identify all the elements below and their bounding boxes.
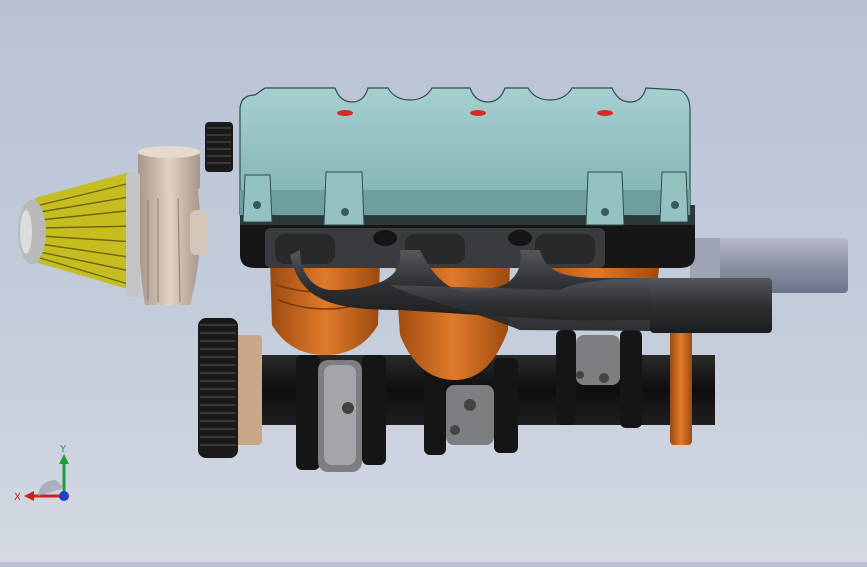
x-axis-label: X [14,492,21,503]
cam-pulley [205,122,233,172]
cad-3d-viewport[interactable] [0,0,867,562]
air-filter [18,172,140,297]
coordinate-triad: Y X [10,440,80,510]
y-axis-label: Y [59,444,67,455]
y-axis-arrow-icon [59,454,69,496]
crank-pulley [198,318,238,458]
engine-assembly-model[interactable] [0,0,867,562]
turbocharger [138,146,208,305]
